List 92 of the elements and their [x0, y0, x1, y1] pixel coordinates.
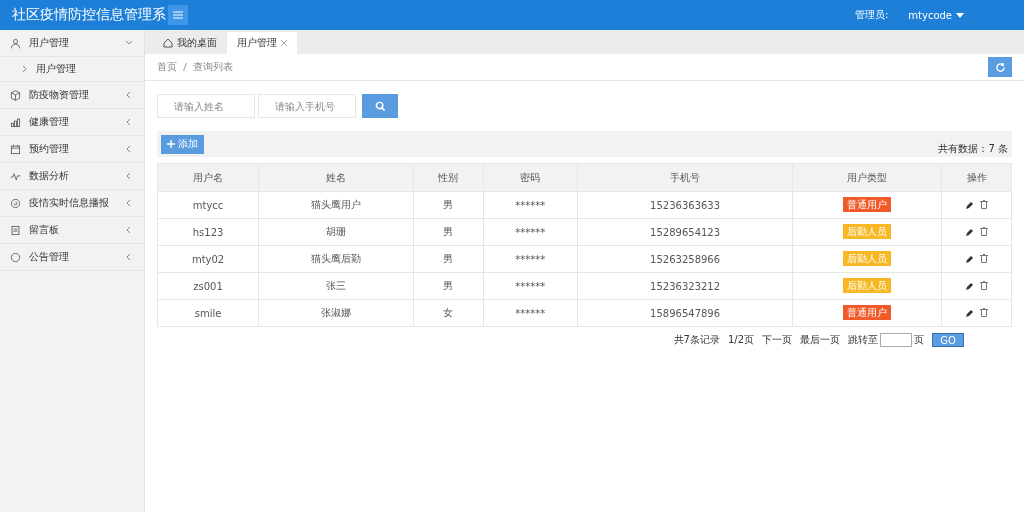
- caret-icon: [956, 12, 964, 18]
- column-header: 用户类型: [792, 163, 942, 192]
- page-field[interactable]: [880, 333, 912, 347]
- sidebar-subitem[interactable]: 用户管理: [0, 57, 144, 82]
- note-icon: [10, 224, 21, 236]
- table-cell: 张淑娜: [258, 299, 414, 327]
- table-cell: mty02: [157, 245, 259, 273]
- jump-label: 跳转至: [848, 333, 878, 347]
- table-cell: smile: [157, 299, 259, 327]
- user-type-badge: 普通用户: [843, 197, 892, 212]
- refresh-icon: [10, 197, 21, 209]
- user-type-badge: 后勤人员: [843, 278, 892, 293]
- tab[interactable]: 我的桌面: [153, 32, 227, 54]
- admin-menu[interactable]: mtycode: [908, 9, 964, 21]
- delete-icon[interactable]: [979, 254, 988, 263]
- sidebar-item[interactable]: 公告管理: [0, 244, 144, 271]
- table-cell: 胡珊: [258, 218, 414, 246]
- user-type-badge: 后勤人员: [843, 251, 892, 266]
- sidebar-item[interactable]: 用户管理: [0, 30, 144, 57]
- page-indicator: 1/2页: [727, 333, 754, 347]
- sidebar-item[interactable]: 预约管理: [0, 136, 144, 163]
- close-icon[interactable]: [281, 40, 287, 46]
- column-header: 用户名: [157, 163, 259, 192]
- table-cell: 15263258966: [577, 245, 793, 273]
- table-cell: 猫头鹰后勤: [258, 245, 414, 273]
- column-header: 姓名: [258, 163, 414, 192]
- plus-icon: [167, 140, 175, 148]
- page-unit: 页: [914, 333, 924, 347]
- refresh-icon: [994, 61, 1006, 73]
- name-field[interactable]: 请输入姓名: [157, 94, 255, 118]
- box-icon: [10, 89, 21, 101]
- table-cell: ******: [483, 191, 578, 219]
- sidebar-item[interactable]: 数据分析: [0, 163, 144, 190]
- table-cell: 猫头鹰用户: [258, 191, 414, 219]
- search-icon: [374, 100, 386, 112]
- user-type-badge: 后勤人员: [843, 224, 892, 239]
- circle-icon: [10, 251, 21, 263]
- table-cell: 男: [413, 191, 484, 219]
- sidebar-item[interactable]: 留言板: [0, 217, 144, 244]
- table-cell: 15289654123: [577, 218, 793, 246]
- table-cell: ******: [483, 218, 578, 246]
- edit-icon[interactable]: [965, 308, 974, 317]
- tab[interactable]: 用户管理: [227, 32, 297, 54]
- last-page-link[interactable]: 最后一页: [800, 333, 840, 347]
- record-total: 共7条记录: [673, 333, 720, 347]
- table-cell: 15236323212: [577, 272, 793, 300]
- column-header: 操作: [941, 163, 1012, 192]
- edit-icon[interactable]: [965, 227, 974, 236]
- sidebar-item[interactable]: 健康管理: [0, 109, 144, 136]
- chart-icon: [10, 116, 21, 128]
- breadcrumb-item[interactable]: 查询列表: [193, 60, 233, 74]
- sidebar-item[interactable]: 疫情实时信息播报: [0, 190, 144, 217]
- user-type-badge: 普通用户: [843, 305, 892, 320]
- table-cell: 15236363633: [577, 191, 793, 219]
- record-count: 共有数据：7 条: [938, 142, 1008, 156]
- edit-icon[interactable]: [965, 281, 974, 290]
- table-cell: zs001: [157, 272, 259, 300]
- column-header: 手机号: [577, 163, 793, 192]
- home-icon: [163, 38, 173, 48]
- edit-icon[interactable]: [965, 254, 974, 263]
- edit-icon[interactable]: [965, 200, 974, 209]
- calendar-icon: [10, 143, 21, 155]
- table-cell: 男: [413, 218, 484, 246]
- app-title: 社区疫情防控信息管理系: [11, 6, 166, 24]
- admin-label: 管理员:: [854, 8, 889, 22]
- separator-icon: [183, 63, 187, 71]
- table-cell: ******: [483, 272, 578, 300]
- sidebar-item[interactable]: 防疫物资管理: [0, 82, 144, 109]
- table-cell: ******: [483, 299, 578, 327]
- menu-icon: [173, 11, 183, 19]
- next-page-link[interactable]: 下一页: [762, 333, 792, 347]
- table-cell: ******: [483, 245, 578, 273]
- delete-icon[interactable]: [979, 308, 988, 317]
- table-cell: 张三: [258, 272, 414, 300]
- table-cell: 女: [413, 299, 484, 327]
- table-cell: 男: [413, 245, 484, 273]
- breadcrumb-item[interactable]: 首页: [157, 60, 177, 74]
- column-header: 密码: [483, 163, 578, 192]
- table-cell: mtycc: [157, 191, 259, 219]
- delete-icon[interactable]: [979, 200, 988, 209]
- refresh-button[interactable]: [988, 57, 1012, 77]
- chevron-icon: [22, 65, 28, 73]
- table-cell: hs123: [157, 218, 259, 246]
- column-header: 性别: [413, 163, 484, 192]
- search-button[interactable]: [362, 94, 398, 118]
- delete-icon[interactable]: [979, 281, 988, 290]
- phone-field[interactable]: 请输入手机号: [258, 94, 356, 118]
- user-icon: [10, 37, 21, 49]
- delete-icon[interactable]: [979, 227, 988, 236]
- table-cell: 男: [413, 272, 484, 300]
- pulse-icon: [10, 170, 21, 182]
- table-cell: 15896547896: [577, 299, 793, 327]
